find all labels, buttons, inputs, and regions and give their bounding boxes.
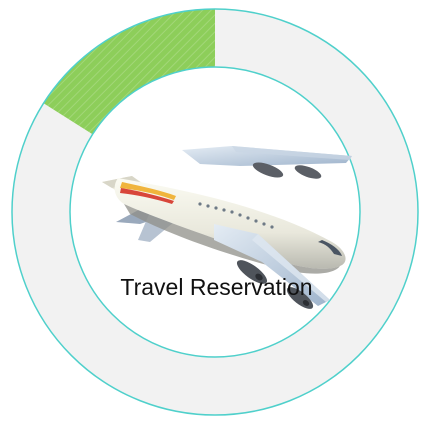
title-label: Travel Reservation [120, 274, 313, 300]
progress-ring [11, 8, 419, 416]
reservation-widget: Travel Reservation [0, 0, 423, 422]
